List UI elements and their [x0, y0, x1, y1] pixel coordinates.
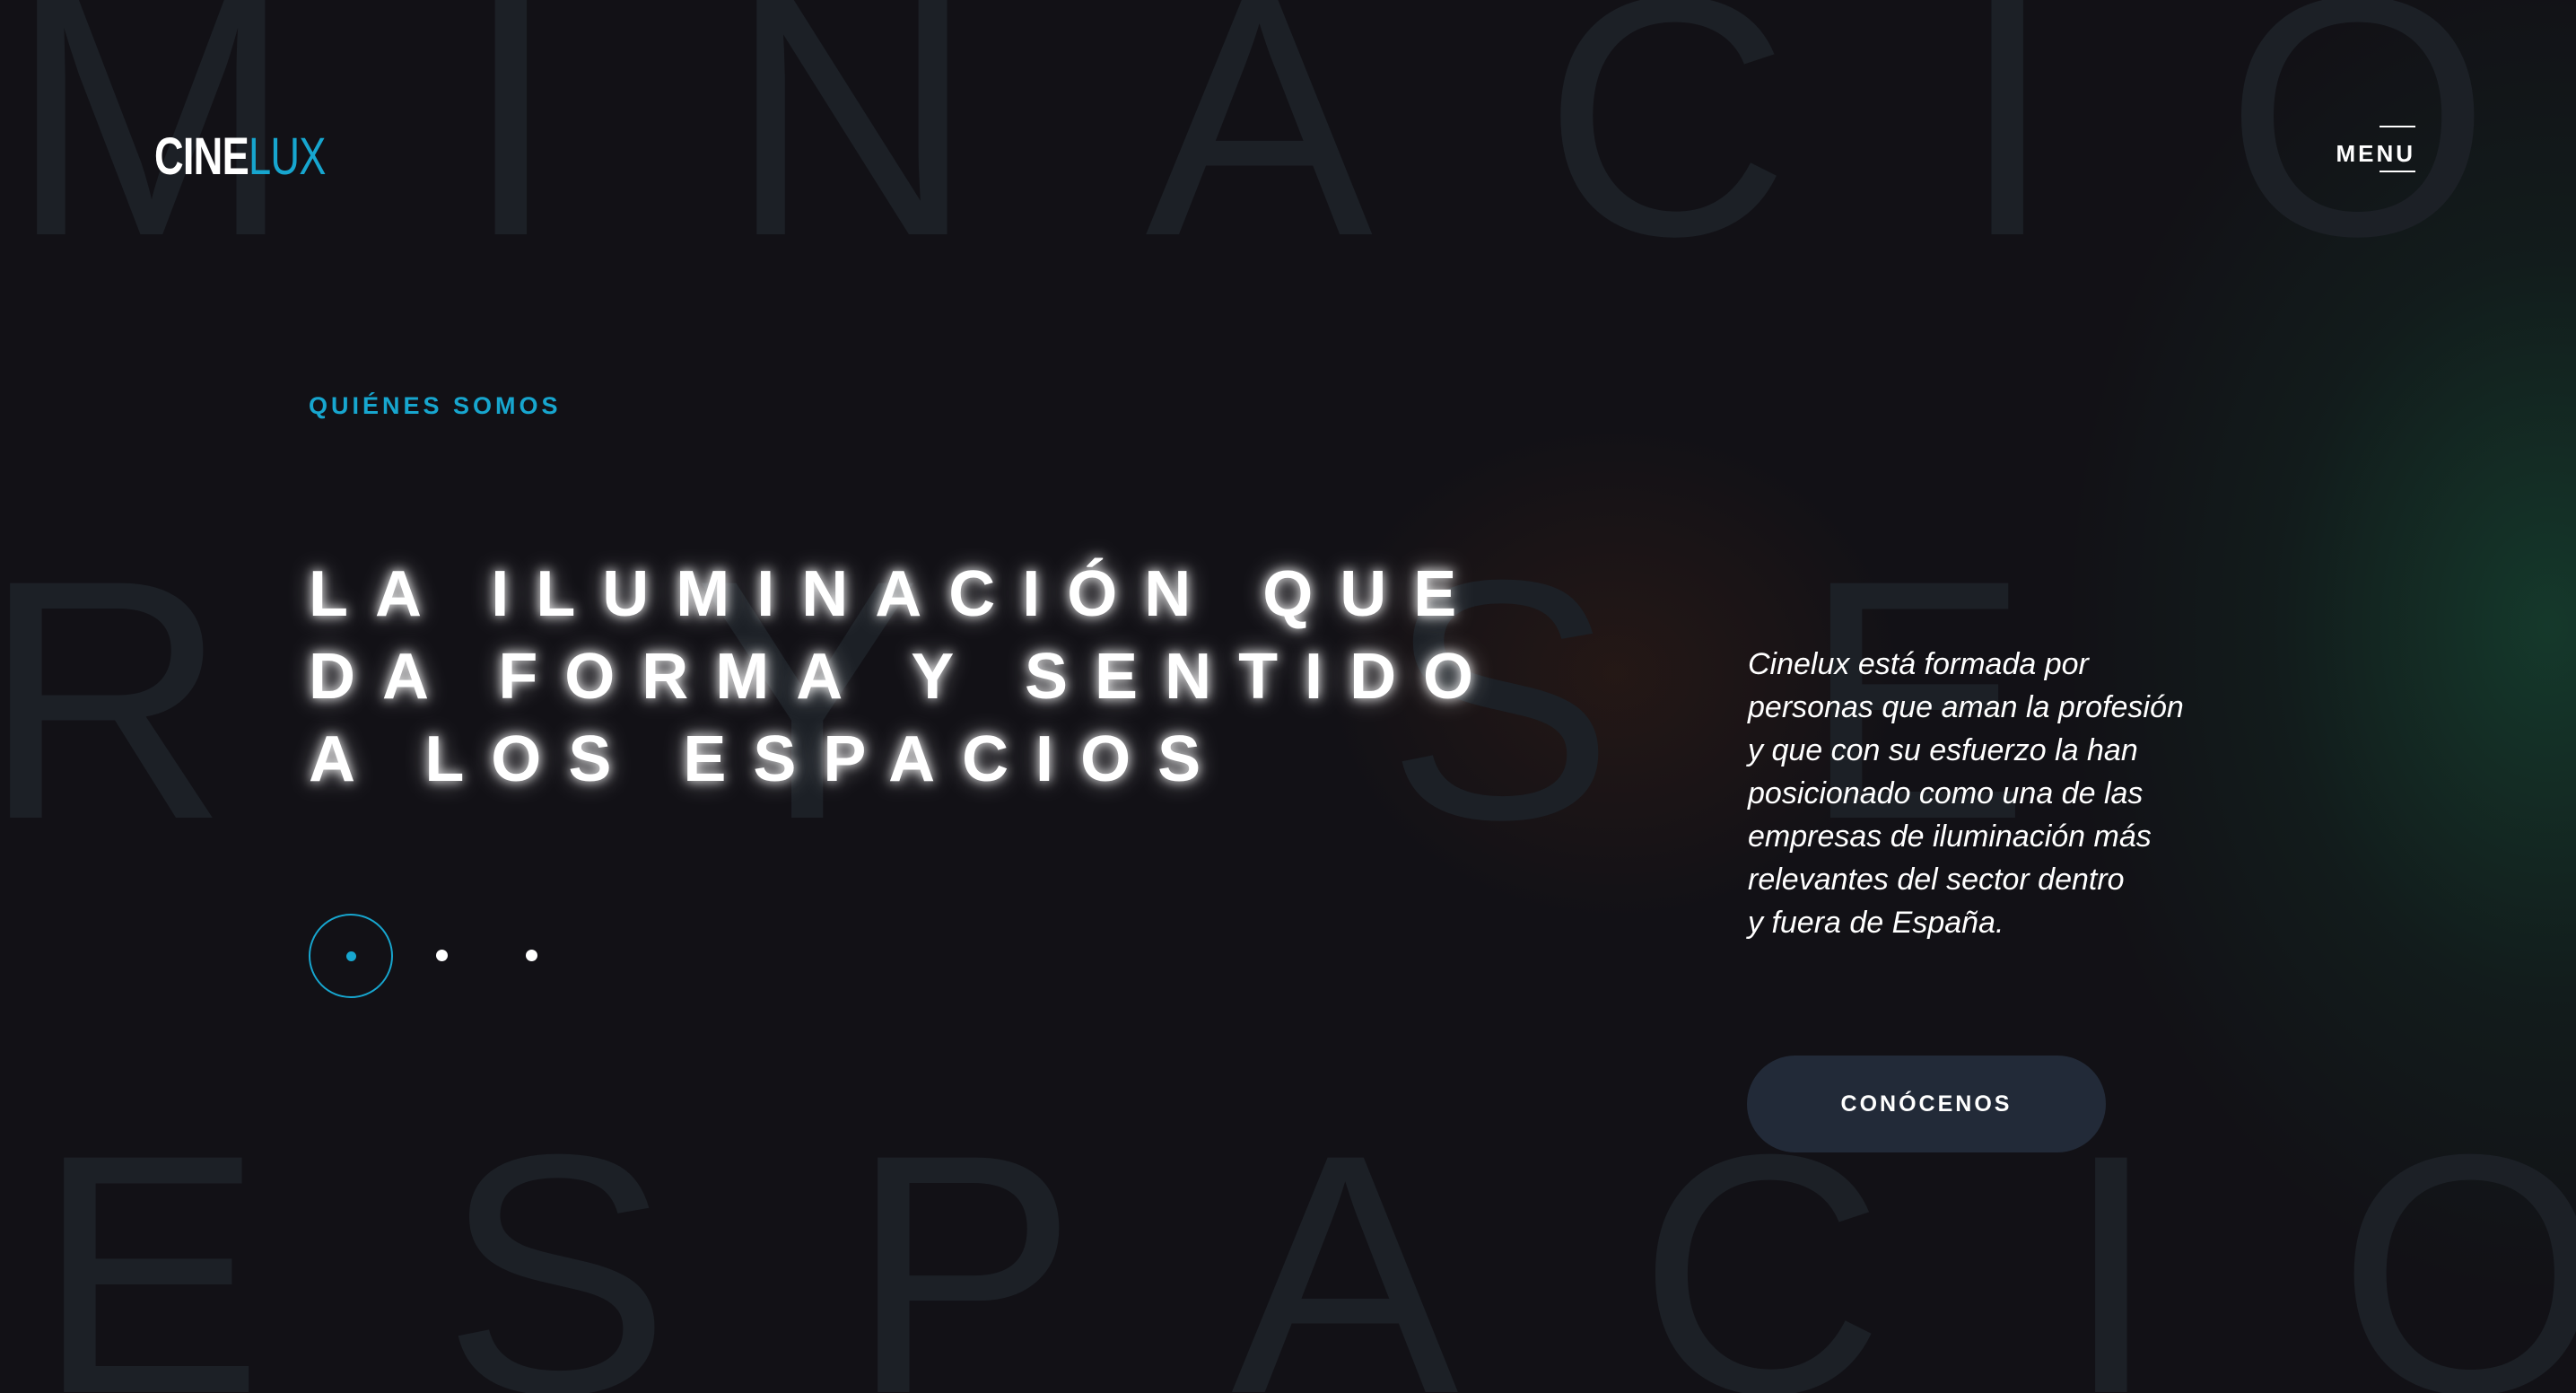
- headline-line: LA ILUMINACIÓN QUE: [309, 558, 1484, 630]
- description-line: y que con su esfuerzo la han: [1748, 733, 2138, 767]
- description-line: empresas de iluminación más: [1748, 819, 2152, 854]
- conocenos-button[interactable]: CONÓCENOS: [1747, 1056, 2106, 1152]
- menu-label: MENU: [2336, 140, 2415, 167]
- menu-bar-top: [2380, 126, 2415, 127]
- section-kicker: QUIÉNES SOMOS: [309, 392, 562, 419]
- slider-pagination: [309, 914, 542, 1000]
- description-line: posicionado como una de las: [1748, 776, 2144, 810]
- slider-dot-1-active[interactable]: [309, 914, 393, 998]
- slider-dot-2[interactable]: [436, 950, 448, 961]
- description-line: Cinelux está formada por: [1748, 647, 2089, 681]
- slider-dot-3[interactable]: [526, 950, 537, 961]
- headline-line: DA FORMA Y SENTIDO: [309, 641, 1501, 713]
- logo-part-lux: LUX: [248, 127, 326, 186]
- menu-bar-bottom: [2380, 171, 2415, 172]
- headline-line: A LOS ESPACIOS: [309, 723, 1228, 795]
- hero-headline: LA ILUMINACIÓN QUE DA FORMA Y SENTIDO A …: [309, 553, 1500, 801]
- cinelux-logo[interactable]: CINELUX: [154, 131, 326, 183]
- about-description: Cinelux está formada por personas que am…: [1748, 643, 2286, 944]
- hero-section: MINACIO R Y SE ESPACIO CINELUX MENU QUIÉ…: [0, 0, 2576, 1393]
- description-line: relevantes del sector dentro: [1748, 863, 2125, 897]
- menu-button[interactable]: MENU: [2336, 126, 2415, 174]
- logo-part-cine: CINE: [154, 127, 249, 186]
- description-line: y fuera de España.: [1748, 906, 2004, 940]
- description-line: personas que aman la profesión: [1748, 690, 2184, 724]
